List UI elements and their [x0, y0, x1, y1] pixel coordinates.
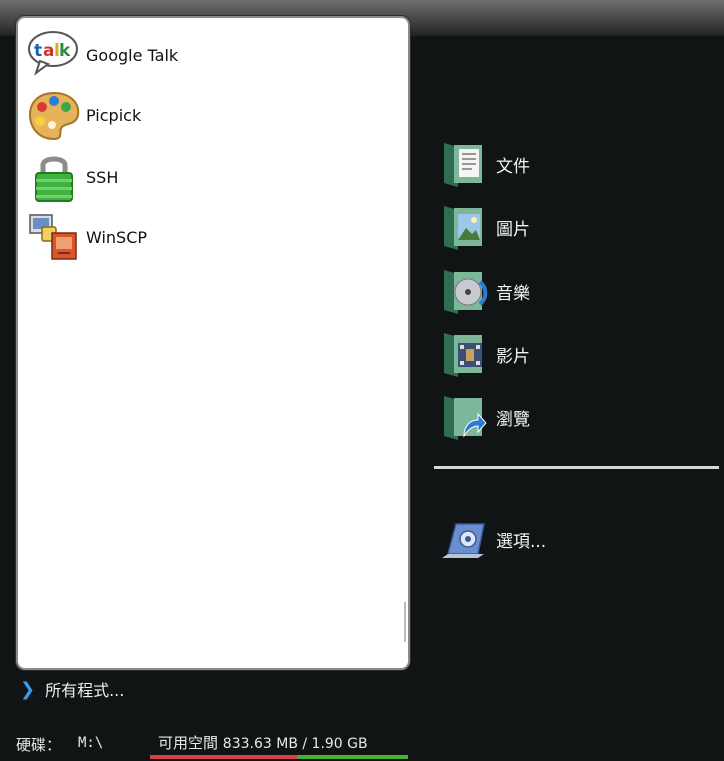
place-item-documents[interactable]: 文件	[438, 135, 698, 193]
program-label: WinSCP	[86, 227, 148, 247]
place-item-music[interactable]: 音樂	[438, 262, 698, 320]
documents-folder-icon	[438, 137, 490, 191]
pictures-folder-icon	[438, 200, 490, 254]
place-label: 影片	[496, 346, 530, 367]
google-talk-icon: t a l k	[26, 27, 82, 83]
place-label: 瀏覽	[496, 409, 530, 430]
svg-text:a: a	[43, 41, 54, 61]
svg-text:k: k	[59, 41, 71, 61]
place-label: 音樂	[496, 283, 530, 304]
disk-usage-bar	[150, 755, 408, 759]
program-label: Picpick	[86, 105, 142, 125]
chevron-right-icon: ❯	[20, 678, 36, 700]
place-item-pictures[interactable]: 圖片	[438, 198, 698, 256]
videos-folder-icon	[438, 327, 490, 381]
browse-folder-icon	[438, 390, 490, 444]
options-label: 選項...	[496, 531, 547, 552]
music-folder-icon	[438, 264, 490, 318]
disk-usage-used-fill	[150, 755, 298, 759]
disk-path: M:\	[78, 735, 104, 751]
padlock-icon	[26, 149, 82, 205]
free-space-value: 833.63 MB / 1.90 GB	[222, 736, 368, 752]
svg-text:t: t	[34, 41, 42, 61]
program-item-ssh[interactable]: SSH	[26, 148, 396, 206]
picpick-palette-icon	[26, 87, 82, 143]
place-label: 文件	[496, 156, 530, 177]
options-icon	[438, 512, 490, 566]
program-item-picpick[interactable]: Picpick	[26, 86, 396, 144]
all-programs-label: 所有程式...	[45, 681, 125, 700]
program-label: Google Talk	[86, 45, 179, 65]
place-item-browse[interactable]: 瀏覽	[438, 388, 698, 446]
program-list-scrollbar[interactable]	[404, 602, 406, 642]
program-item-winscp[interactable]: WinSCP	[26, 208, 396, 266]
divider	[434, 466, 719, 469]
program-item-google-talk[interactable]: t a l k Google Talk	[26, 26, 396, 84]
disk-label: 硬碟：	[16, 736, 62, 754]
place-label: 圖片	[496, 219, 530, 240]
winscp-icon	[26, 209, 82, 265]
all-programs-button[interactable]: ❯ 所有程式...	[20, 676, 124, 702]
options-button[interactable]: 選項...	[438, 510, 698, 568]
program-list-panel: t a l k Google Talk Picpick SSH WinSCP	[16, 16, 410, 670]
free-space-label: 可用空間	[158, 734, 219, 752]
free-space-readout: 可用空間 833.63 MB / 1.90 GB	[158, 732, 368, 753]
place-item-videos[interactable]: 影片	[438, 325, 698, 383]
program-label: SSH	[86, 167, 119, 187]
